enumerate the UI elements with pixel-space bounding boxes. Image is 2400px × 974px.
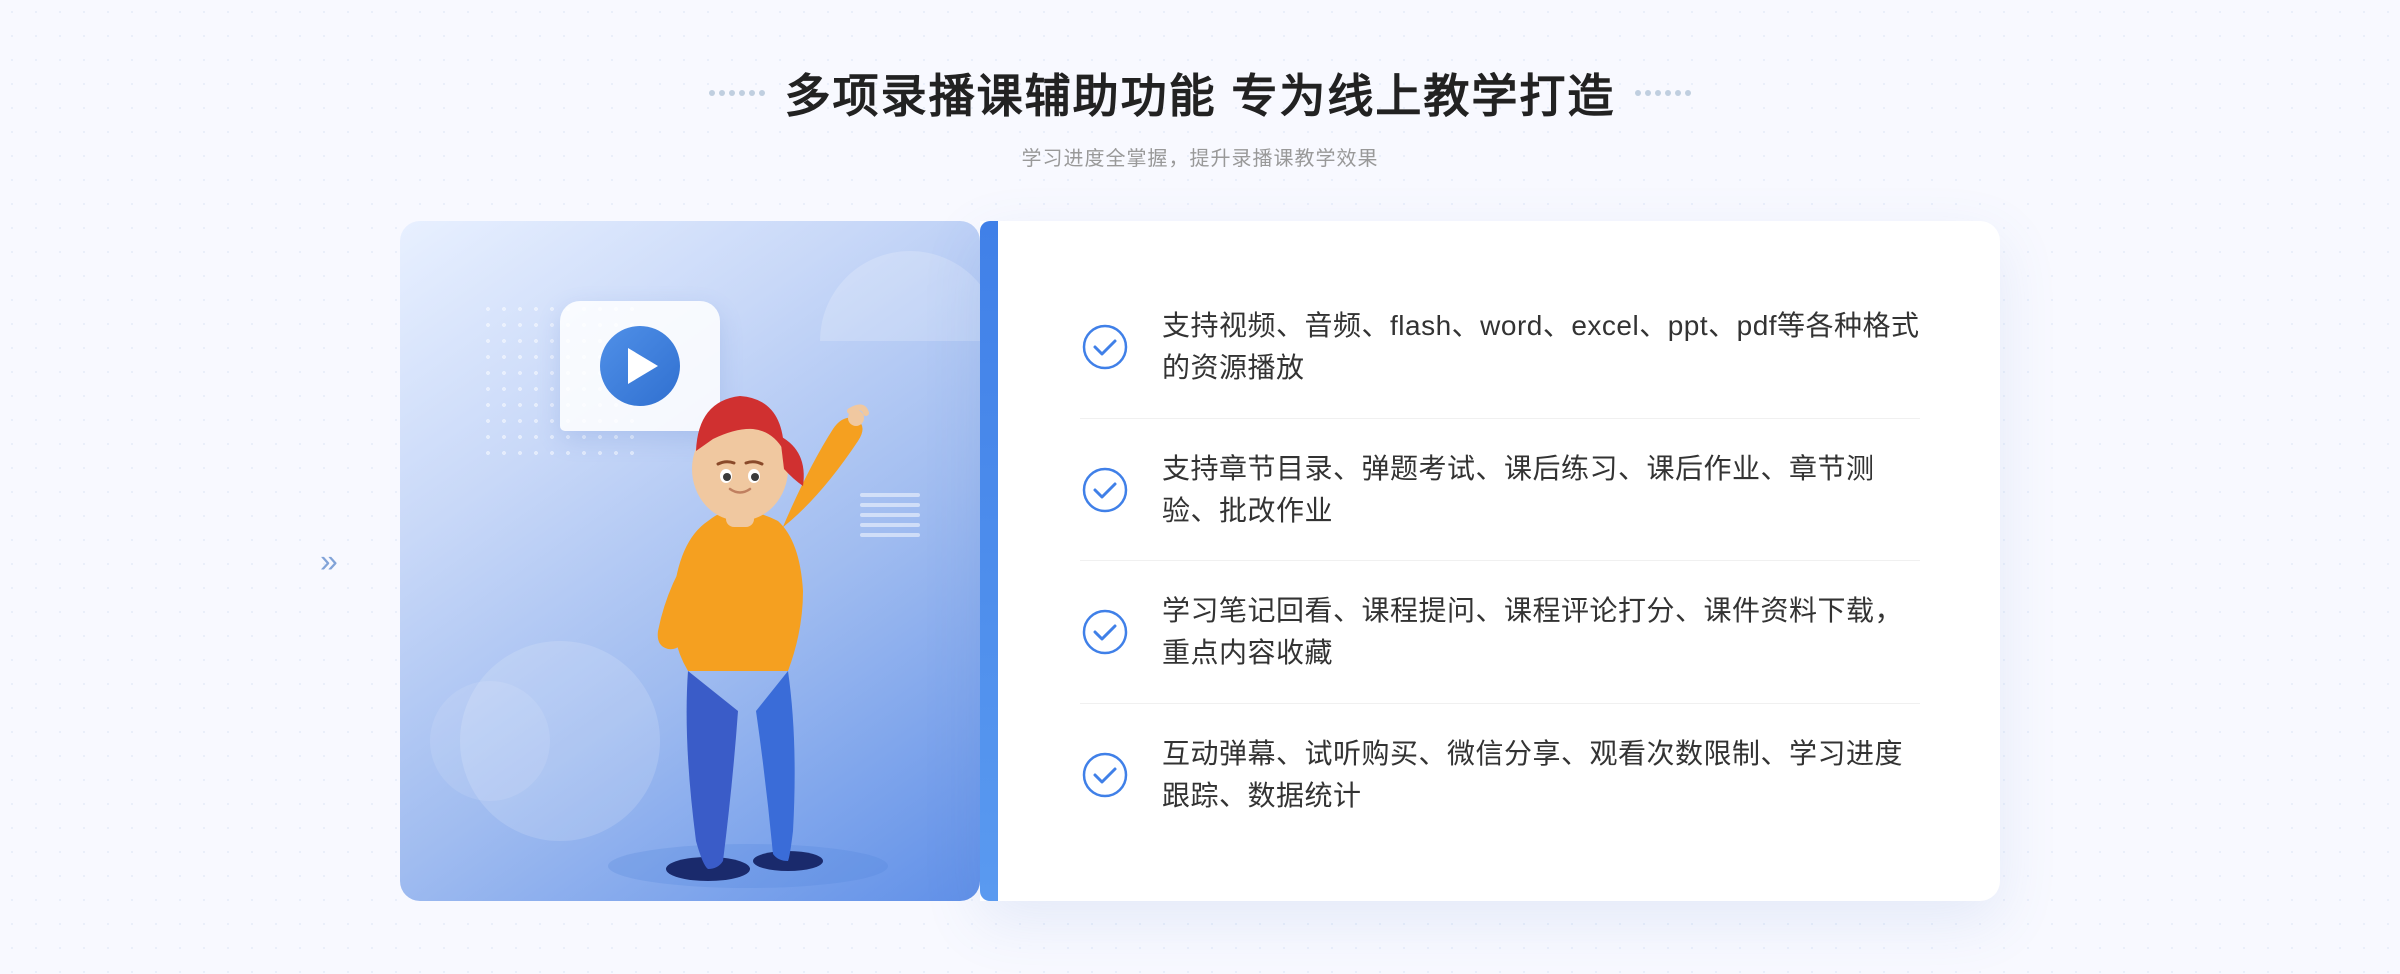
dot-3 (729, 90, 735, 96)
feature-item-1: 支持视频、音频、flash、word、excel、ppt、pdf等各种格式的资源… (1080, 285, 1920, 409)
header-title-row: 多项录播课辅助功能 专为线上教学打造 (709, 60, 1692, 126)
character-illustration (588, 321, 928, 901)
feature-item-4: 互动弹幕、试听购买、微信分享、观看次数限制、学习进度跟踪、数据统计 (1080, 713, 1920, 837)
illustration-card (400, 221, 980, 901)
page-title: 多项录播课辅助功能 专为线上教学打造 (785, 60, 1616, 126)
feature-item-3: 学习笔记回看、课程提问、课程评论打分、课件资料下载，重点内容收藏 (1080, 570, 1920, 694)
divider-3 (1080, 703, 1920, 704)
feature-text-4: 互动弹幕、试听购买、微信分享、观看次数限制、学习进度跟踪、数据统计 (1162, 733, 1920, 817)
dot-r5 (1675, 90, 1681, 96)
header-dots-left (709, 90, 765, 96)
character-svg (588, 321, 928, 901)
check-circle-icon-3 (1082, 609, 1128, 655)
feature-text-2: 支持章节目录、弹题考试、课后练习、课后作业、章节测验、批改作业 (1162, 448, 1920, 532)
dot-r3 (1655, 90, 1661, 96)
page-container: 多项录播课辅助功能 专为线上教学打造 学习进度全掌握，提升录播课教学效果 » (0, 0, 2400, 974)
content-area: » (400, 221, 2000, 901)
dot-5 (749, 90, 755, 96)
divider-1 (1080, 418, 1920, 419)
header-dots-right (1635, 90, 1691, 96)
check-circle-icon-1 (1082, 324, 1128, 370)
divider-2 (1080, 560, 1920, 561)
feature-text-3: 学习笔记回看、课程提问、课程评论打分、课件资料下载，重点内容收藏 (1162, 590, 1920, 674)
dot-4 (739, 90, 745, 96)
dot-1 (709, 90, 715, 96)
dot-r6 (1685, 90, 1691, 96)
check-circle-icon-4 (1082, 752, 1128, 798)
dot-r1 (1635, 90, 1641, 96)
right-feature-panel: 支持视频、音频、flash、word、excel、ppt、pdf等各种格式的资源… (980, 221, 2000, 901)
feature-text-1: 支持视频、音频、flash、word、excel、ppt、pdf等各种格式的资源… (1162, 305, 1920, 389)
header-section: 多项录播课辅助功能 专为线上教学打造 学习进度全掌握，提升录播课教学效果 (709, 60, 1692, 171)
feature-icon-4 (1080, 750, 1130, 800)
dot-r2 (1645, 90, 1651, 96)
dot-2 (719, 90, 725, 96)
feature-icon-2 (1080, 465, 1130, 515)
left-chevron-icon: » (320, 543, 338, 580)
dot-r4 (1665, 90, 1671, 96)
deco-circle-medium (430, 681, 550, 801)
left-arrows-decoration: » (320, 543, 338, 580)
feature-icon-3 (1080, 607, 1130, 657)
page-subtitle: 学习进度全掌握，提升录播课教学效果 (709, 142, 1692, 171)
dot-6 (759, 90, 765, 96)
feature-icon-1 (1080, 322, 1130, 372)
check-circle-icon-2 (1082, 467, 1128, 513)
feature-item-2: 支持章节目录、弹题考试、课后练习、课后作业、章节测验、批改作业 (1080, 428, 1920, 552)
